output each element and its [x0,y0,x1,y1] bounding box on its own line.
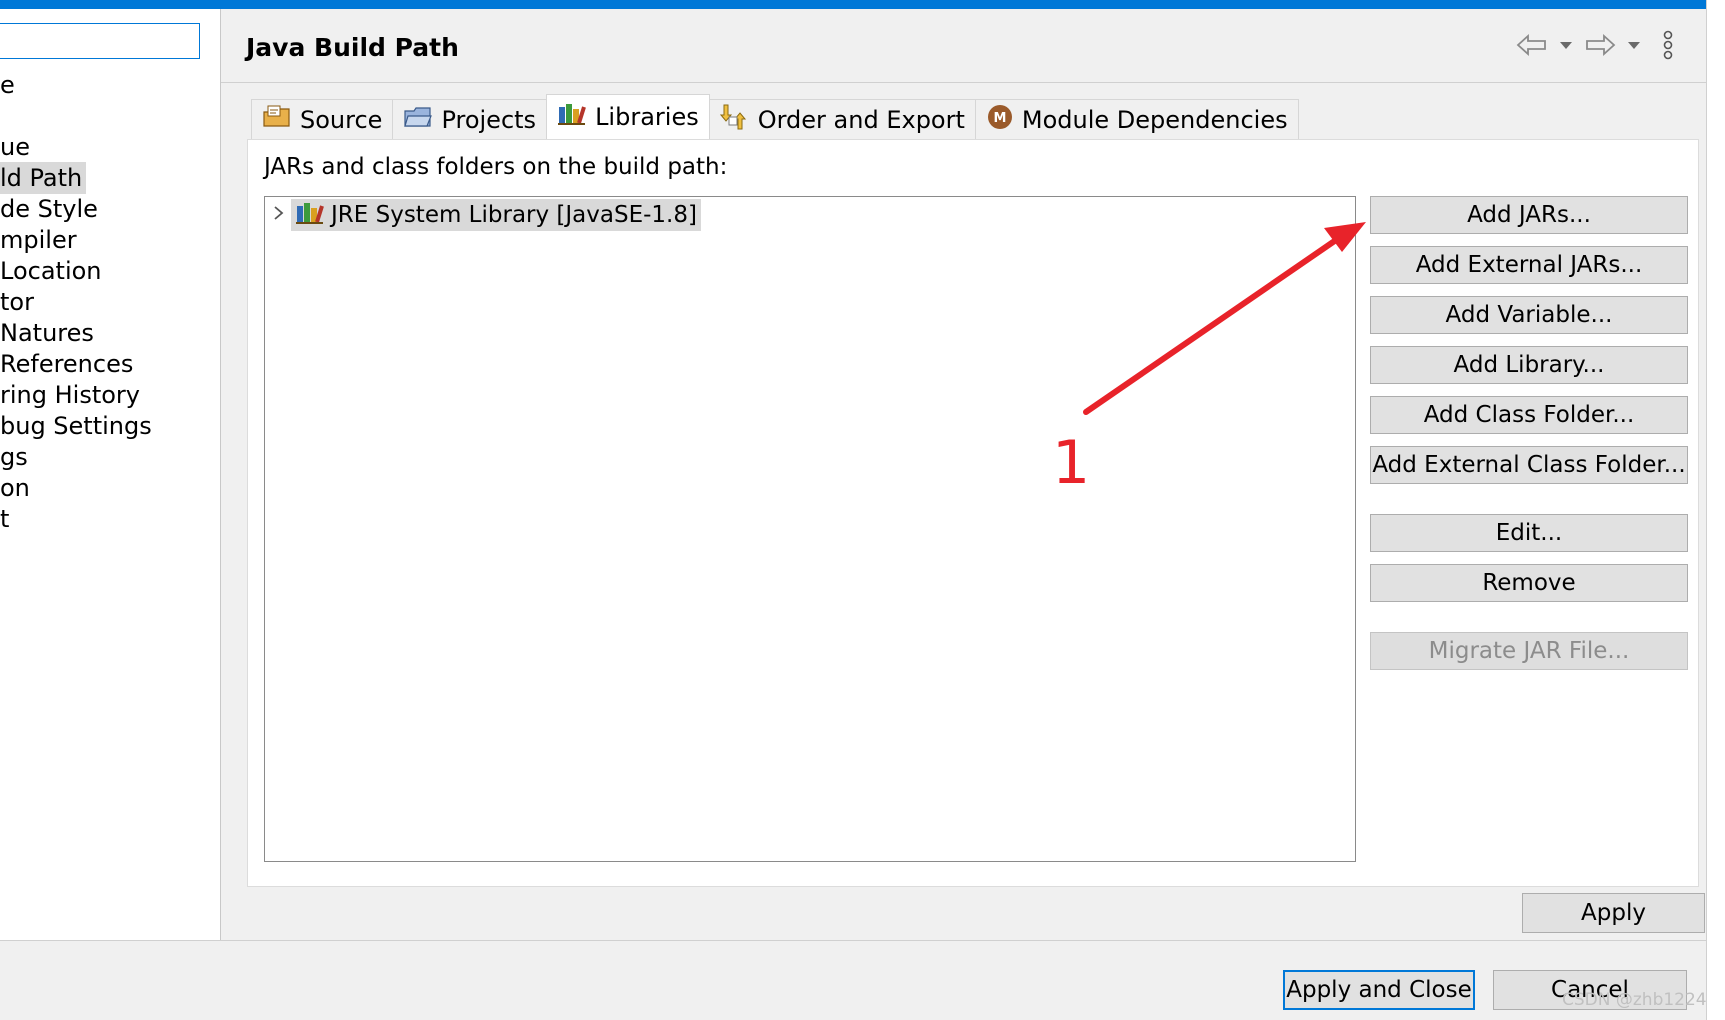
tab-label: Module Dependencies [1021,105,1288,134]
svg-text:M: M [993,111,1006,126]
tree-row[interactable]: JRE System Library [JavaSE-1.8] [271,199,701,231]
window-top-bar [0,0,1725,9]
view-menu-icon[interactable] [1650,27,1686,63]
nav-item[interactable]: gs [0,441,32,473]
nav-item[interactable]: Natures [0,317,98,349]
nav-item[interactable]: Location [0,255,106,287]
tab-module-dependencies[interactable]: M Module Dependencies [974,99,1299,139]
nav-item[interactable]: ue [0,131,34,163]
order-export-icon [719,103,750,137]
tab-label: Order and Export [757,105,965,134]
migrate-jar-button: Migrate JAR File... [1370,632,1688,670]
nav-item[interactable]: de Style [0,193,102,225]
build-path-tabs: Source Projects Libraries Order and Expo… [251,94,1299,139]
property-page-content: Java Build Path Source Projects Librarie… [221,9,1706,940]
add-external-class-folder-button[interactable]: Add External Class Folder... [1370,446,1688,484]
nav-item[interactable]: bug Settings [0,410,156,442]
apply-button[interactable]: Apply [1522,893,1705,933]
add-library-button[interactable]: Add Library... [1370,346,1688,384]
page-title: Java Build Path [246,33,459,62]
forward-arrow-icon[interactable] [1582,27,1618,63]
tab-label: Projects [441,105,537,134]
tab-source[interactable]: Source [251,99,394,139]
nav-item[interactable]: References [0,348,137,380]
back-dropdown-icon[interactable] [1556,27,1576,63]
tree-item-selection: JRE System Library [JavaSE-1.8] [291,199,701,231]
nav-item[interactable]: t [0,503,13,535]
remove-button[interactable]: Remove [1370,564,1688,602]
tab-projects[interactable]: Projects [392,99,548,139]
module-icon: M [986,103,1014,137]
back-arrow-icon[interactable] [1514,27,1550,63]
title-separator [221,82,1706,83]
apply-and-close-button[interactable]: Apply and Close [1283,970,1475,1010]
tab-libraries[interactable]: Libraries [546,94,710,139]
nav-item[interactable]: e [0,69,19,101]
add-jars-button[interactable]: Add JARs... [1370,196,1688,234]
tab-label: Source [300,105,383,134]
footer-separator [0,940,1725,941]
add-external-jars-button[interactable]: Add External JARs... [1370,246,1688,284]
projects-icon [403,104,433,136]
nav-item[interactable]: mpiler [0,224,81,256]
nav-item[interactable]: tor [0,286,38,318]
add-class-folder-button[interactable]: Add Class Folder... [1370,396,1688,434]
nav-item-build-path[interactable]: ld Path [0,162,87,194]
jre-library-icon [295,200,325,230]
libraries-tree[interactable]: JRE System Library [JavaSE-1.8] [264,196,1356,862]
tab-order-and-export[interactable]: Order and Export [708,99,976,139]
watermark: CSDN @zhb1224 [1562,990,1707,1010]
chevron-right-icon[interactable] [271,203,287,227]
nav-item[interactable]: ring History [0,379,144,411]
window-right-edge [1706,0,1725,1020]
libraries-label: JARs and class folders on the build path… [264,154,728,180]
tab-label: Libraries [595,103,699,131]
history-toolbar [1514,27,1686,63]
edit-button[interactable]: Edit... [1370,514,1688,552]
filter-input[interactable] [0,23,200,59]
libraries-icon [557,101,587,133]
annotation-number: 1 [1052,428,1091,498]
nav-item[interactable]: on [0,472,34,504]
libraries-panel: JARs and class folders on the build path… [247,139,1699,887]
property-page-nav: e ue ld Path de Style mpiler Location to… [0,9,221,940]
source-folder-icon [262,104,292,136]
add-variable-button[interactable]: Add Variable... [1370,296,1688,334]
tree-item-label: JRE System Library [JavaSE-1.8] [331,202,697,228]
forward-dropdown-icon[interactable] [1624,27,1644,63]
